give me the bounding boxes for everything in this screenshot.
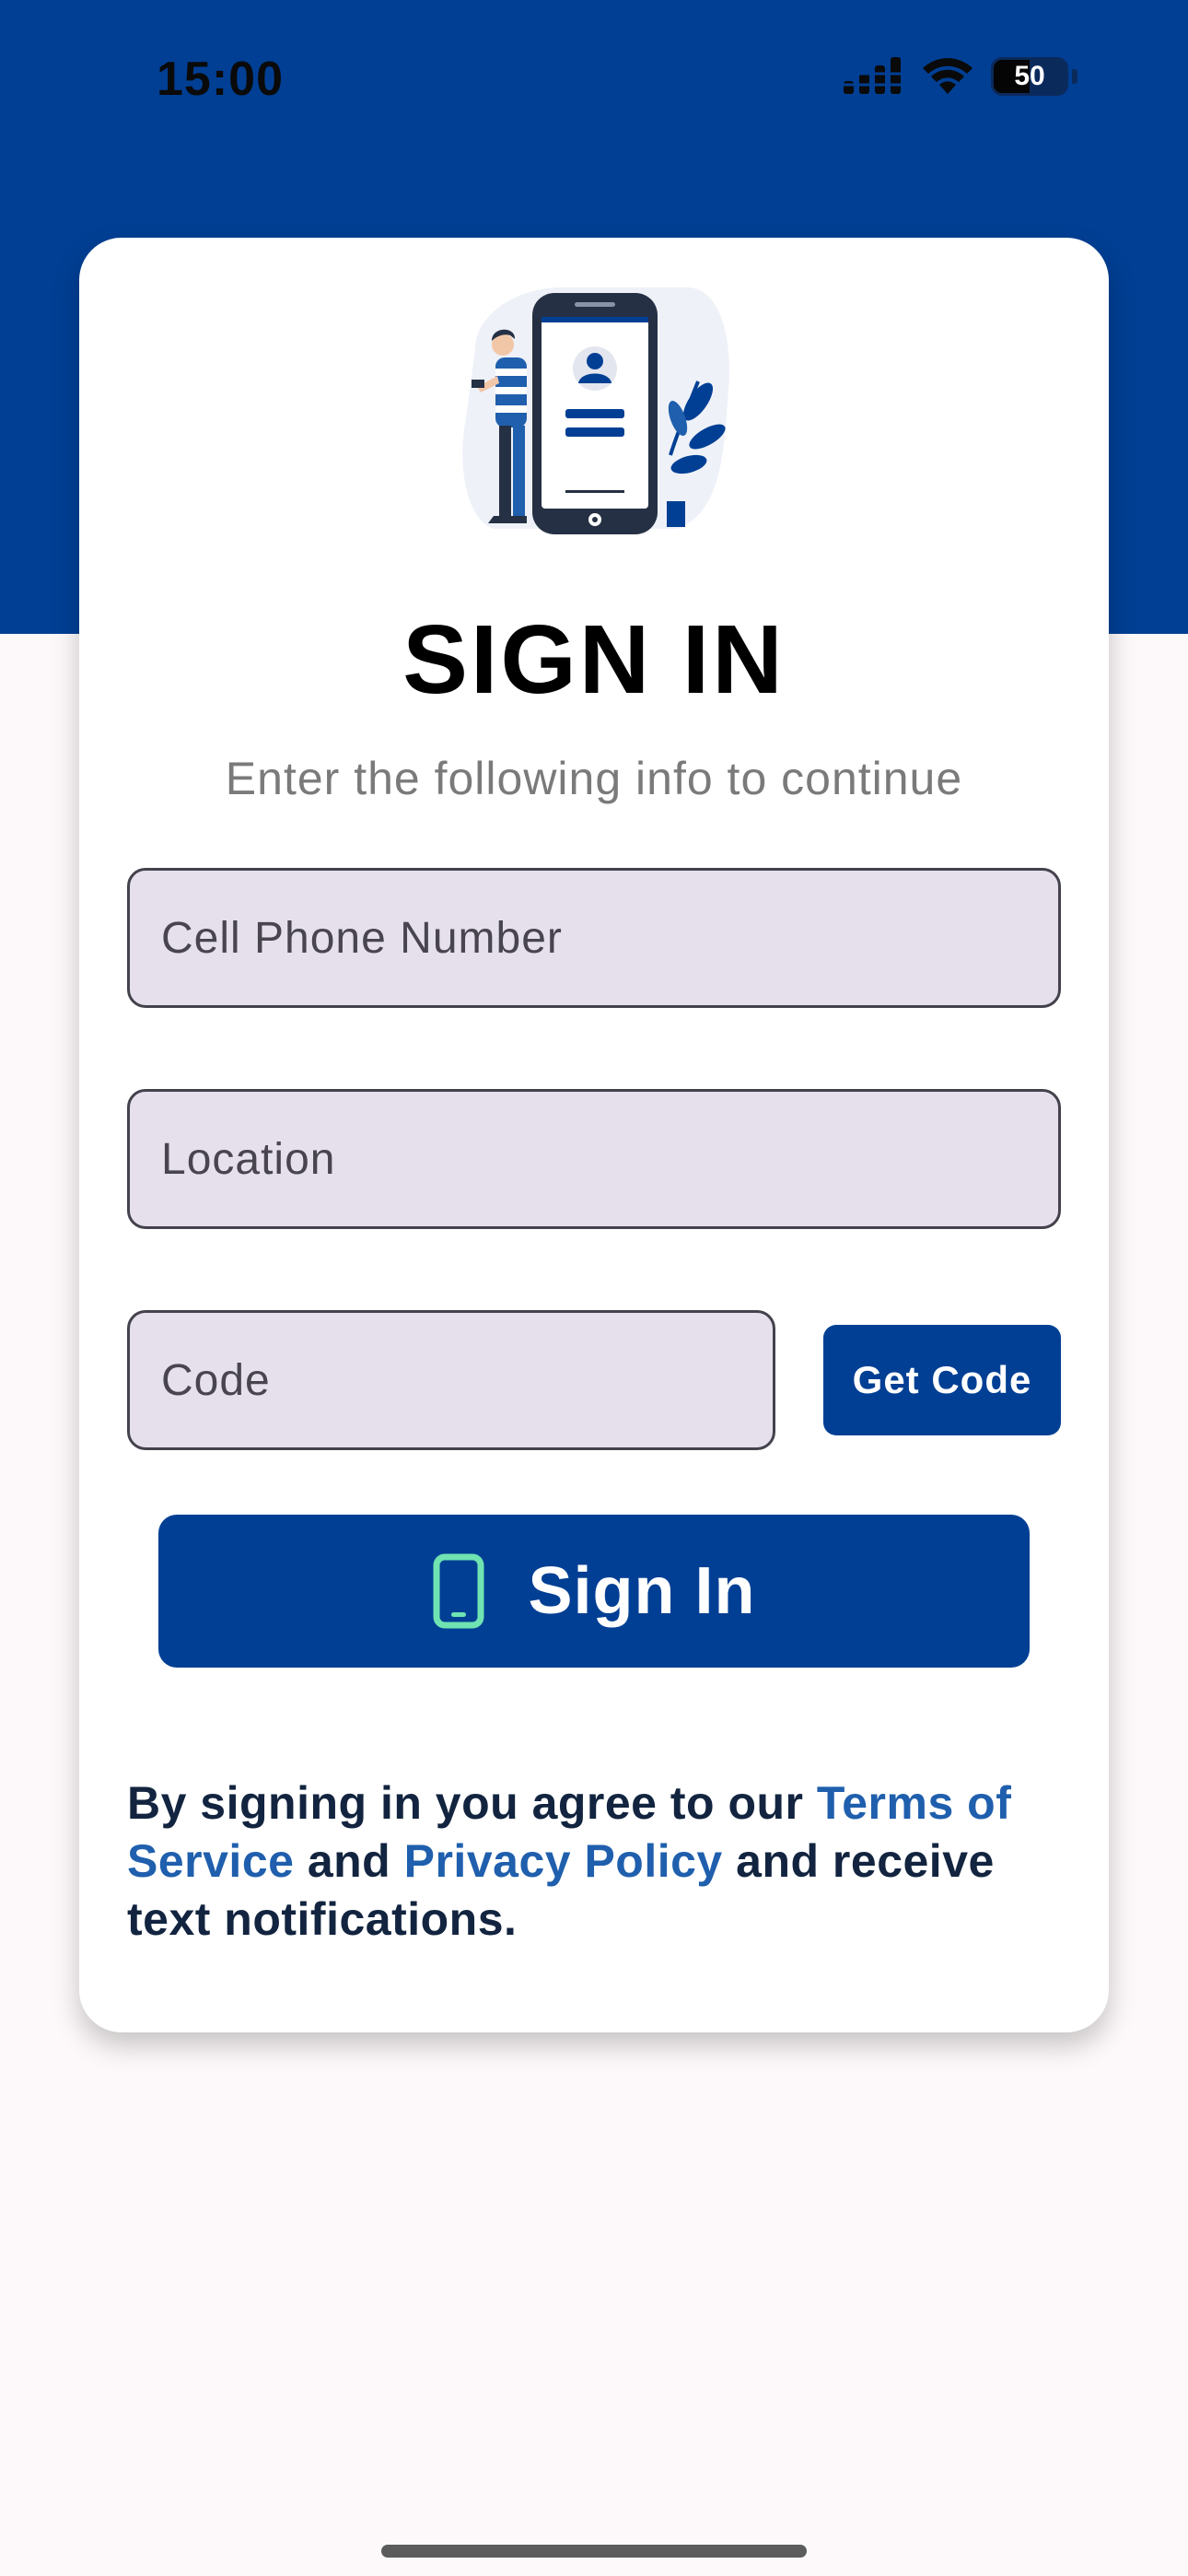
privacy-policy-link[interactable]: Privacy Policy <box>404 1835 723 1887</box>
legal-middle: and <box>294 1835 404 1887</box>
sign-in-label: Sign In <box>528 1554 756 1628</box>
status-time: 15:00 <box>157 53 284 106</box>
sign-in-card: SIGN IN Enter the following info to cont… <box>79 238 1109 2032</box>
page-title: SIGN IN <box>402 605 786 714</box>
legal-notice: By signing in you agree to our Terms of … <box>127 1774 1066 1949</box>
battery-level: 50 <box>1014 61 1045 91</box>
page-subtitle: Enter the following info to continue <box>225 753 963 804</box>
smartphone-icon <box>433 1553 483 1629</box>
home-indicator[interactable] <box>381 2545 807 2558</box>
code-input[interactable] <box>127 1310 775 1450</box>
wifi-icon <box>923 58 973 94</box>
sign-in-button[interactable]: Sign In <box>158 1515 1030 1668</box>
battery-icon: 50 <box>991 57 1068 96</box>
get-code-button[interactable]: Get Code <box>823 1325 1061 1435</box>
phone-login-illustration <box>462 287 729 534</box>
status-bar: 15:00 50 <box>0 0 1188 157</box>
status-icons: 50 <box>844 57 1077 96</box>
battery-cap <box>1072 69 1077 84</box>
location-input[interactable] <box>127 1089 1061 1229</box>
cellular-signal-icon <box>844 57 901 94</box>
legal-prefix: By signing in you agree to our <box>127 1777 817 1829</box>
cell-phone-number-input[interactable] <box>127 868 1061 1008</box>
